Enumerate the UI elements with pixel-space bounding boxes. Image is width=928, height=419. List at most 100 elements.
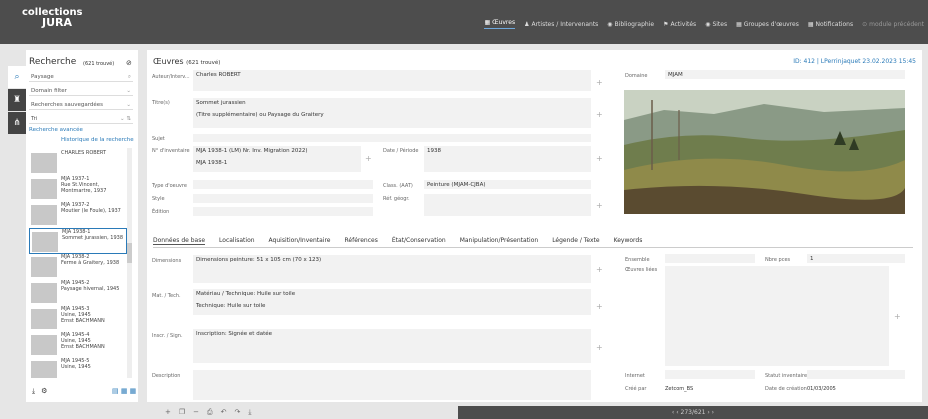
result-item[interactable]: CHARLES ROBERT [29,150,127,176]
advanced-search-link[interactable]: Recherche avancée [29,127,83,133]
ensemble-select[interactable] [665,254,755,263]
nav-item-5[interactable]: ▦ Groupes d'œuvres [736,19,799,29]
result-item[interactable]: MJA 1938-2 Ferme à Graitery, 1938 [29,254,127,280]
edition-field[interactable] [193,207,373,216]
result-scrollbar[interactable] [127,148,132,378]
add-date-icon[interactable]: + [596,154,603,163]
search-icon: ⌕ [127,74,131,80]
pieces-field[interactable]: 1 [807,254,905,263]
artwork-image[interactable] [624,90,905,214]
result-item[interactable]: MJA 1945-4 Usine, 1945 Ernst BACHMANN [29,332,127,358]
domain-filter-select[interactable]: Domain filter ⌄ [29,87,133,96]
style-field[interactable] [193,194,373,203]
inscription-field[interactable]: Inscription: Signée et datée [193,329,591,363]
class-select[interactable]: Peinture (MJAM-CJBA) [424,180,591,189]
export-icon[interactable]: ⤓ [248,408,251,417]
result-item-text: MJA 1937-2 Moutier (le Foule), 1937 [61,202,121,214]
subject-field[interactable] [193,134,591,142]
add-material-icon[interactable]: + [596,302,603,311]
detail-tab[interactable]: Légende / Texte [552,237,599,245]
nav-item-2[interactable]: ◉ Bibliographie [607,19,654,29]
nav-item-1[interactable]: ♟ Artistes / Intervenants [524,19,598,29]
title-sub: (Titre supplémentaire) ou Paysage du Gra… [196,112,324,118]
linked-works-field[interactable] [665,266,889,366]
nav-item-0[interactable]: ▦ Œuvres [484,19,516,29]
nav-label: Activités [670,20,697,28]
sort-select[interactable]: Tri ⌄ ⇅ [29,115,133,124]
add-inventory-icon[interactable]: + [365,154,372,163]
nav-label: Artistes / Intervenants [531,20,599,28]
result-item[interactable]: MJA 1938-1 Sommet jurassien, 1938 [29,228,127,254]
material-2: Technique: Huile sur toile [196,303,266,309]
redo-icon[interactable]: ↷ [235,408,241,417]
clear-search-icon[interactable]: ⊘ [126,59,132,67]
dimensions-field[interactable]: Dimensions peinture: 51 x 105 cm (70 x 1… [193,255,591,283]
status-select[interactable] [807,370,905,379]
nav-item-4[interactable]: ◉ Sites [705,19,727,29]
search-history-link[interactable]: Historique de la recherche [61,137,134,143]
nav-icon: ◉ [607,20,613,28]
result-item-text: MJA 1945-5 Usine, 1945 [61,358,91,370]
detail-tab[interactable]: Localisation [219,237,255,245]
search-input[interactable]: Paysage ⌕ [29,73,133,82]
internet-select[interactable] [665,370,755,379]
hierarchy-tab-icon[interactable]: ⋔ [8,112,26,134]
result-item[interactable]: MJA 1937-2 Moutier (le Foule), 1937 [29,202,127,228]
edition-label: Édition [152,209,170,215]
saved-searches-select[interactable]: Recherches sauvegardées ⌄ [29,101,133,110]
domain-select[interactable]: MJAM [665,70,905,79]
view-mode-icons[interactable]: ▤ ▦ ▦ [112,387,136,395]
search-tab-icon[interactable]: ⌕ [8,66,26,88]
linked-label: Œuvres liées [625,267,658,273]
nav-item-6[interactable]: ▦ Notifications [808,19,853,29]
dimensions-label: Dimensions [152,258,182,264]
detail-tab[interactable]: État/Conservation [392,237,446,245]
pager[interactable]: ‹ ‹ 273/621 › › [458,406,928,419]
description-field[interactable] [193,370,591,400]
type-select[interactable] [193,180,373,189]
result-item[interactable]: MJA 1945-3 Usine, 1945 Ernst BACHMANN [29,306,127,332]
result-item[interactable]: MJA 1945-5 Usine, 1945 [29,358,127,378]
add-record-icon[interactable]: + [165,408,171,417]
copy-icon[interactable]: ❐ [179,408,185,417]
thumbnail-image [31,335,57,355]
print-icon[interactable]: ⎙ [207,408,213,417]
settings-icon[interactable]: ⚙ [41,387,47,396]
date-field[interactable]: 1938 [424,146,591,172]
result-item-text: MJA 1945-2 Paysage hivernal, 1945 [61,280,120,292]
result-item-text: MJA 1945-3 Usine, 1945 Ernst BACHMANN [61,306,105,324]
material-label: Mat. / Tech. [152,293,181,299]
ensemble-label: Ensemble [625,257,650,263]
result-item[interactable]: MJA 1937-1 Rue St.Vincent, Montmartre, 1… [29,176,127,202]
result-item[interactable]: MJA 1945-2 Paysage hivernal, 1945 [29,280,127,306]
nav-label: Notifications [815,20,854,28]
nav-item-3[interactable]: ⚑ Activités [663,19,696,29]
detail-tab[interactable]: Données de base [153,237,206,245]
delete-icon[interactable]: − [193,408,199,417]
app-logo[interactable]: collections JURA [22,8,83,29]
add-linked-icon[interactable]: + [894,312,901,321]
detail-tab[interactable]: Keywords [614,237,643,245]
nav-icon: ▦ [484,19,491,26]
add-title-icon[interactable]: + [596,110,603,119]
title-field[interactable]: Sommet jurassien (Titre supplémentaire) … [193,98,591,128]
detail-tab[interactable]: Manipulation/Présentation [460,237,538,245]
add-inscription-icon[interactable]: + [596,343,603,352]
inventory-number-1: MJA 1938-1 (LM) Nr. Inv. Migration 2022) [196,148,308,154]
download-icon[interactable]: ⤓ [32,387,35,396]
thumbnail-image [31,257,57,277]
artist-tab-icon[interactable]: ♜ [8,89,26,111]
add-author-icon[interactable]: + [596,78,603,87]
add-geo-icon[interactable]: + [596,201,603,210]
add-dimensions-icon[interactable]: + [596,265,603,274]
geo-field[interactable] [424,194,591,216]
material-field[interactable]: Matériau / Technique: Huile sur toile Te… [193,289,591,315]
inventory-field[interactable]: MJA 1938-1 (LM) Nr. Inv. Migration 2022)… [193,146,361,172]
author-field[interactable]: Charles ROBERT [193,70,591,91]
nav-item-7[interactable]: ⊙ module précédent [862,19,924,29]
record-meta[interactable]: ID: 412 | LPerrinjaquet 23.02.2023 15:45 [793,58,916,65]
detail-tab[interactable]: Références [344,237,377,245]
undo-icon[interactable]: ↶ [221,408,227,417]
detail-tab[interactable]: Aquisition/Inventaire [269,237,331,245]
result-item-text: CHARLES ROBERT [61,150,107,156]
